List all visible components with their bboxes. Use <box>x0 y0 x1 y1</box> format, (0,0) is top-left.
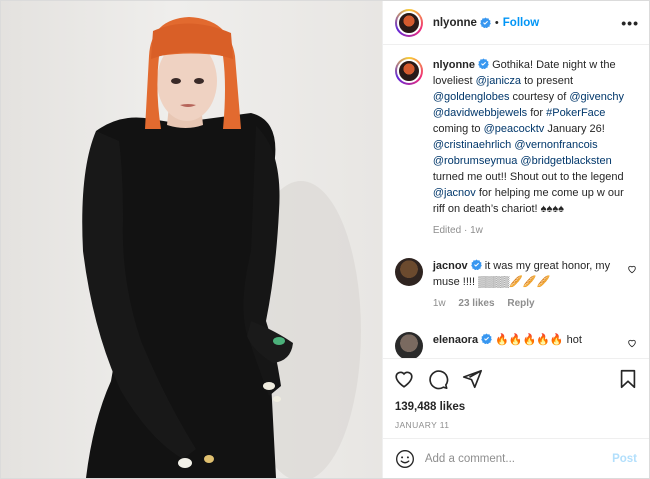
caption-mention-link[interactable]: @cristinaehrlich <box>433 139 511 151</box>
comment-heart-icon[interactable] <box>627 338 637 348</box>
add-comment-bar: Post <box>382 438 649 478</box>
comment-heart-icon[interactable] <box>627 264 637 274</box>
caption-text: nlyonne Gothika! Date night w the loveli… <box>433 57 637 217</box>
photo-figure <box>82 17 361 478</box>
emoji-icon[interactable] <box>395 449 415 469</box>
author-avatar[interactable] <box>394 8 423 37</box>
instagram-post: nlyonne • Follow ••• nlyonne Gothika! Da… <box>0 0 650 479</box>
caption-text-segment: turned me out!! Shout out to the legend <box>432 171 624 183</box>
caption-mention-link[interactable]: @vernonfrancois <box>514 139 597 151</box>
comment-item: elenaora 🔥🔥🔥🔥🔥 hot <box>394 332 637 358</box>
caption-text-segment: January 26! <box>544 123 605 135</box>
caption-avatar[interactable] <box>394 57 423 85</box>
more-options-icon[interactable]: ••• <box>621 15 639 31</box>
action-bar <box>382 358 649 398</box>
caption-row: nlyonne Gothika! Date night w the loveli… <box>394 57 637 236</box>
caption-text-segment: courtesy of <box>509 91 570 103</box>
comment-text: 🔥🔥🔥🔥🔥 hot <box>492 334 582 346</box>
caption-text-segment: for <box>527 107 547 119</box>
comments-section[interactable]: nlyonne Gothika! Date night w the loveli… <box>383 45 649 358</box>
verified-icon <box>470 259 482 270</box>
comment-input[interactable] <box>424 452 613 465</box>
likes-count[interactable]: 139,488 likes <box>383 398 649 416</box>
comment-meta: 1w 23 likes Reply <box>433 296 621 312</box>
verified-icon <box>481 333 492 344</box>
comment-likes[interactable]: 23 likes <box>458 298 494 309</box>
reply-button[interactable]: Reply <box>507 298 534 309</box>
caption-mention-link[interactable]: @peacocktv <box>484 123 545 135</box>
follow-button[interactable]: Follow <box>503 17 539 29</box>
comment-avatar[interactable] <box>394 258 423 286</box>
caption-edited: Edited · 1w <box>432 225 483 236</box>
separator-dot: • <box>494 16 499 29</box>
post-date[interactable]: JANUARY 11 <box>383 416 649 438</box>
comment-username[interactable]: elenaora <box>433 334 478 346</box>
caption-mention-link[interactable]: @bridgetblacksten <box>520 155 611 167</box>
caption-mention-link[interactable]: @jacnov <box>433 187 476 199</box>
caption-mention-link[interactable]: @givenchy <box>569 91 624 103</box>
caption-body: Gothika! Date night w the loveliest @jan… <box>433 59 624 215</box>
caption-username[interactable]: nlyonne <box>433 59 475 71</box>
caption-mention-link[interactable]: @davidwebbjewels <box>433 107 527 119</box>
caption-mention-link[interactable]: @janicza <box>476 75 521 87</box>
post-details-panel: nlyonne • Follow ••• nlyonne Gothika! Da… <box>381 1 649 478</box>
comment-item: jacnov it was my great honor, my muse !!… <box>394 258 637 312</box>
caption-mention-link[interactable]: @goldenglobes <box>433 91 510 103</box>
comment-icon[interactable] <box>427 368 449 390</box>
caption-text-segment: coming to <box>432 123 484 135</box>
post-header: nlyonne • Follow ••• <box>382 1 649 45</box>
caption-text-segment: to present <box>521 75 574 87</box>
verified-icon <box>480 17 491 28</box>
post-photo[interactable] <box>1 1 382 478</box>
caption-mention-link[interactable]: #PokerFace <box>546 107 605 119</box>
caption-mention-link[interactable]: @robrumseymua <box>433 155 518 167</box>
comment-time: 1w <box>432 298 446 309</box>
heart-icon[interactable] <box>393 368 415 390</box>
comment-username[interactable]: jacnov <box>433 260 468 272</box>
author-username[interactable]: nlyonne <box>433 17 477 29</box>
share-icon[interactable] <box>461 368 483 390</box>
verified-icon <box>478 58 489 69</box>
post-comment-button[interactable]: Post <box>612 453 637 465</box>
bookmark-icon[interactable] <box>617 368 639 390</box>
comment-avatar[interactable] <box>394 332 423 358</box>
